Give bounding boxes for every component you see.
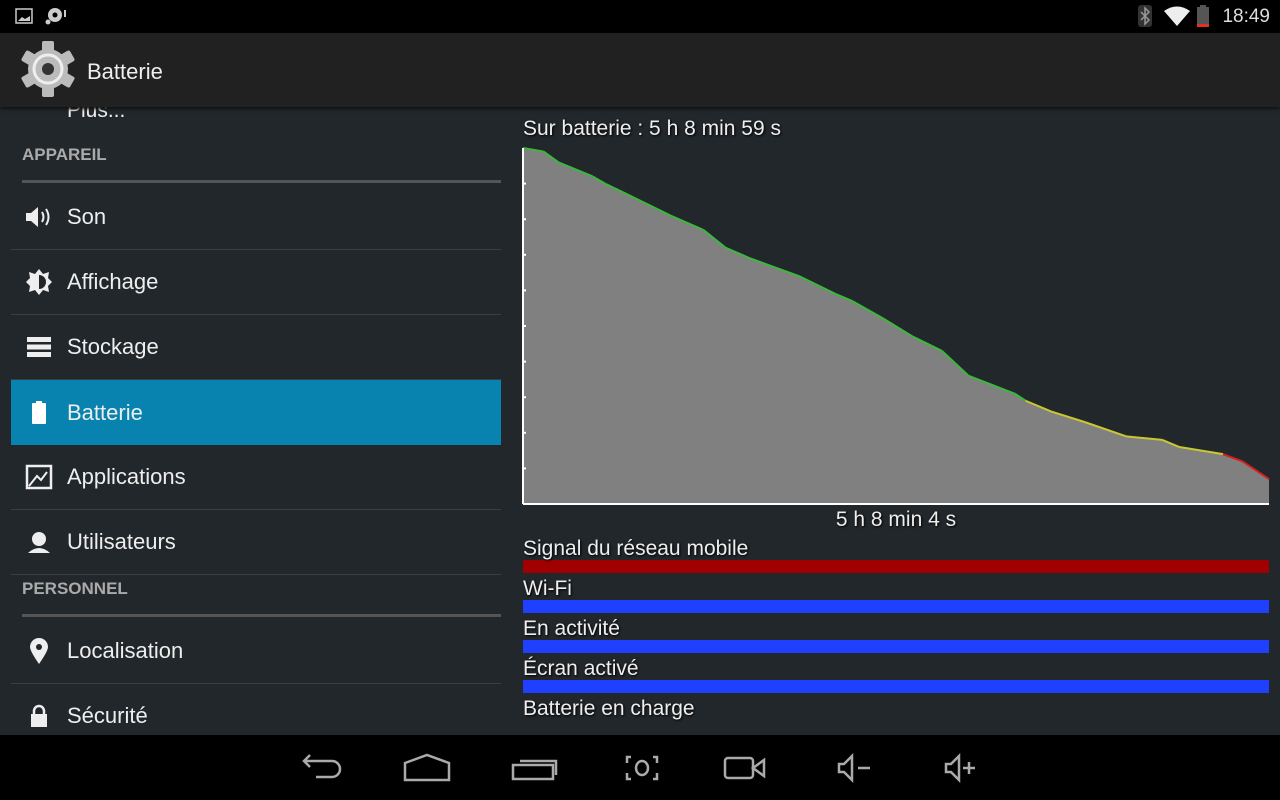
sidebar-item-label: Sécurité [67,703,148,728]
activity-label: Batterie en charge [523,697,695,720]
chart-title: Sur batterie : 5 h 8 min 59 s [523,117,781,140]
battery-icon [32,400,46,424]
sidebar-item-label: Applications [67,464,186,489]
user-icon [28,532,50,553]
sidebar-item-affichage[interactable]: Affichage [11,250,501,315]
image-icon [15,8,33,24]
home-icon [403,753,451,782]
battery-history-chart [522,147,1270,505]
activity-row: Batterie en charge [523,697,1269,735]
battery-low-icon [1197,5,1209,27]
section-header-personnel: PERSONNEL [22,579,501,617]
screen-record-icon [723,756,766,780]
wifi-icon [1164,6,1190,26]
storage-icon [27,337,51,357]
activity-label: Wi-Fi [523,577,572,600]
volume-icon [26,207,50,227]
sidebar-item-plus[interactable]: Plus... [67,107,125,123]
back-icon [302,754,342,779]
activity-label: Écran activé [523,657,639,680]
sidebar-item-son[interactable]: Son [11,185,501,250]
location-pin-icon [30,638,48,664]
recents-button[interactable] [505,753,565,783]
activity-row: Wi-Fi [523,577,1269,617]
activity-bar [523,640,1269,653]
chart-x-label: 5 h 8 min 4 s [835,508,957,531]
activity-row: En activité [523,617,1269,657]
sidebar-item-label: Son [67,204,107,229]
lock-icon [31,704,47,727]
sidebar-item-securite[interactable]: Sécurité [11,684,501,735]
screenshot-icon [625,755,659,781]
volume-down-button[interactable] [826,753,886,783]
activity-label: Signal du réseau mobile [523,537,749,560]
sidebar-item-localisation[interactable]: Localisation [11,619,501,684]
recents-icon [511,759,558,781]
sidebar-item-applications[interactable]: Applications [11,445,501,510]
sidebar-item-label: Stockage [67,334,159,359]
activity-label: En activité [523,617,620,640]
section-header-appareil: APPAREIL [22,145,501,183]
section-header-label: PERSONNEL [22,579,128,598]
sidebar-item-label: Utilisateurs [67,529,176,554]
back-button[interactable] [290,753,350,783]
sidebar-item-label: Localisation [67,638,184,663]
sidebar-item-stockage[interactable]: Stockage [11,315,501,380]
bluetooth-icon [1138,5,1152,27]
action-bar: Batterie [0,33,1280,107]
clock: 18:49 [1222,6,1270,27]
activity-bar [523,600,1269,613]
settings-gear-icon[interactable] [18,39,78,99]
screen-record-button[interactable] [716,753,776,783]
volume-down-icon [837,753,870,783]
section-header-label: APPAREIL [22,145,107,164]
activity-bar [523,680,1269,693]
activity-bar [523,560,1269,573]
sidebar-item-utilisateurs[interactable]: Utilisateurs [11,510,501,575]
brightness-icon [26,269,52,295]
sidebar-item-label: Affichage [67,269,159,294]
status-bar: 18:49 [0,0,1280,33]
sidebar-item-label: Batterie [67,399,143,425]
navigation-bar [0,735,1280,800]
apps-icon [25,464,53,490]
activity-row: Écran activé [523,657,1269,697]
screenshot-button[interactable] [612,753,672,783]
home-button[interactable] [397,753,457,783]
page-title: Batterie [87,59,163,84]
volume-up-icon [944,753,975,783]
sd-card-icon [45,8,66,25]
activity-row: Signal du réseau mobile [523,537,1269,577]
volume-up-button[interactable] [933,753,993,783]
sidebar-item-batterie[interactable]: Batterie [11,380,501,445]
